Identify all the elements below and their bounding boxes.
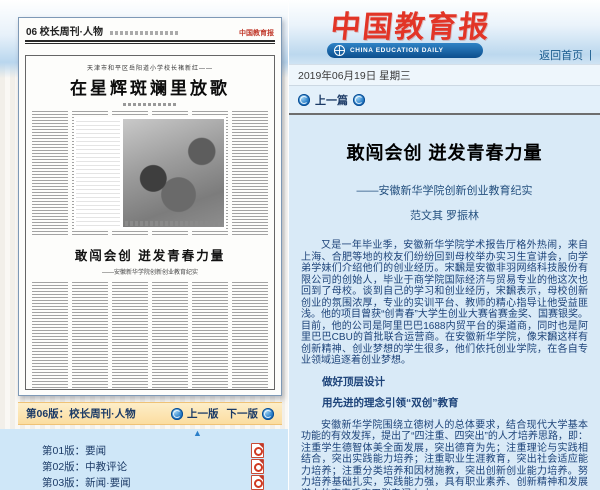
prev-article-link[interactable]: 上一篇: [315, 92, 348, 108]
page-list: ▲ 第01版：要闻 第02版：中教评论 第03版：新闻·要闻: [0, 429, 288, 490]
second-article-columns: [32, 282, 268, 390]
newsprint-text-column: [232, 282, 268, 390]
newsprint-text-column: [192, 282, 228, 390]
lead-byline-sim: [123, 103, 177, 106]
article-subhead: 做好顶层设计: [301, 377, 588, 389]
page-list-item: 第01版：要闻: [0, 442, 288, 458]
pull-quote-sim: [76, 119, 120, 227]
masthead-rule: [25, 40, 275, 44]
link-divider: |: [589, 49, 592, 61]
page-navigation-bar: 第06版：校长周刊·人物 上一版 下一版: [18, 402, 282, 425]
second-headline: 敢闯会创 迸发青春力量: [26, 245, 274, 264]
lead-headline: 在星辉斑斓里放歌: [26, 74, 274, 99]
home-link[interactable]: 返回首页: [539, 47, 583, 63]
page-section-title: 06 校长周刊·人物: [26, 23, 180, 38]
newsprint-text-column: [72, 282, 108, 390]
next-page-icon[interactable]: [262, 408, 274, 420]
newsprint-text-column: [112, 282, 148, 390]
newspaper-logo-small: 中国教育报: [239, 28, 274, 38]
newsprint-text-column: [32, 282, 68, 390]
article-panel: 中国教育报 CHINA EDUCATION DAILY 返回首页 | 2019年…: [288, 0, 600, 490]
pdf-icon[interactable]: [251, 443, 264, 458]
newsprint-text-column: [232, 111, 268, 237]
article-content: 敢闯会创 迸发青春力量 ——安徽新华学院创新创业教育纪实 范文其 罗振林 又是一…: [289, 115, 600, 490]
article-body: 又是一年毕业季，安徽新华学院学术报告厅格外热闹，来自上海、合肥等地的校友们纷纷回…: [301, 240, 588, 490]
site-header: 中国教育报 CHINA EDUCATION DAILY 返回首页 |: [289, 0, 600, 64]
page-link[interactable]: 第01版：要闻: [42, 443, 251, 458]
second-subtitle: ——安徽新华学院创新创业教育纪实: [26, 267, 274, 276]
lead-kicker: 天津市和平区岳阳道小学校长褚新红——: [26, 63, 274, 72]
site-logo-english: CHINA EDUCATION DAILY: [350, 47, 444, 54]
page-link[interactable]: 第03版：新闻·要闻: [42, 475, 251, 490]
article-title: 敢闯会创 迸发青春力量: [301, 139, 588, 165]
page-list-collapse-row: ▲: [0, 429, 288, 442]
masthead-fineprint-sim: [110, 31, 180, 35]
newspaper-masthead: 06 校长周刊·人物 中国教育报: [19, 18, 281, 39]
site-logo-subtitle-bar: CHINA EDUCATION DAILY: [327, 43, 483, 58]
collapse-arrow-icon[interactable]: ▲: [193, 428, 202, 438]
page-list-item: 第03版：新闻·要闻: [0, 474, 288, 490]
prev-page-link[interactable]: 上一版: [187, 406, 219, 421]
section-name: 校长周刊·人物: [40, 27, 103, 38]
globe-icon: [334, 45, 345, 56]
newspaper-page-image[interactable]: 06 校长周刊·人物 中国教育报 天津市和平区岳阳道小学校长褚新红—— 在星辉斑…: [18, 17, 282, 396]
lead-photo: [123, 119, 224, 227]
date-bar: 2019年06月19日 星期三: [289, 64, 600, 86]
prev-article-icon[interactable]: [298, 94, 310, 106]
pdf-icon[interactable]: [251, 459, 264, 474]
article-paragraph: 又是一年毕业季，安徽新华学院学术报告厅格外热闹，来自上海、合肥等地的校友们纷纷回…: [301, 240, 588, 367]
newspaper-content-frame: 天津市和平区岳阳道小学校长褚新红—— 在星辉斑斓里放歌: [25, 55, 275, 390]
article-subhead: 用先进的理念引领“双创”教育: [301, 398, 588, 410]
issue-date: 2019年06月19日 星期三: [298, 68, 411, 83]
lead-photo-band: [74, 117, 226, 229]
header-links: 返回首页 |: [539, 47, 592, 63]
newsprint-text-column: [152, 282, 188, 390]
article-subtitle: ——安徽新华学院创新创业教育纪实: [301, 182, 588, 198]
prev-page-icon[interactable]: [171, 408, 183, 420]
current-page-label: 第06版：校长周刊·人物: [26, 406, 171, 421]
article-authors: 范文其 罗振林: [301, 207, 588, 223]
next-article-icon[interactable]: [353, 94, 365, 106]
page-number: 06: [26, 27, 37, 38]
pdf-icon[interactable]: [251, 475, 264, 490]
newsprint-text-column: [32, 111, 68, 237]
next-page-link[interactable]: 下一版: [227, 406, 259, 421]
page-thumbnail-panel: 06 校长周刊·人物 中国教育报 天津市和平区岳阳道小学校长褚新红—— 在星辉斑…: [0, 0, 288, 490]
article-nav-bar: 上一篇: [289, 86, 600, 115]
page-list-item: 第02版：中教评论: [0, 458, 288, 474]
photo-caption-sim: [125, 221, 222, 226]
site-logo: 中国教育报: [329, 2, 494, 46]
article-paragraph: 安徽新华学院围绕立德树人的总体要求，结合现代大学基本功能的有效发挥，提出了“四注…: [301, 420, 588, 490]
epaper-reader: 06 校长周刊·人物 中国教育报 天津市和平区岳阳道小学校长褚新红—— 在星辉斑…: [0, 0, 600, 490]
page-link[interactable]: 第02版：中教评论: [42, 459, 251, 474]
lead-article-columns: [32, 111, 268, 237]
